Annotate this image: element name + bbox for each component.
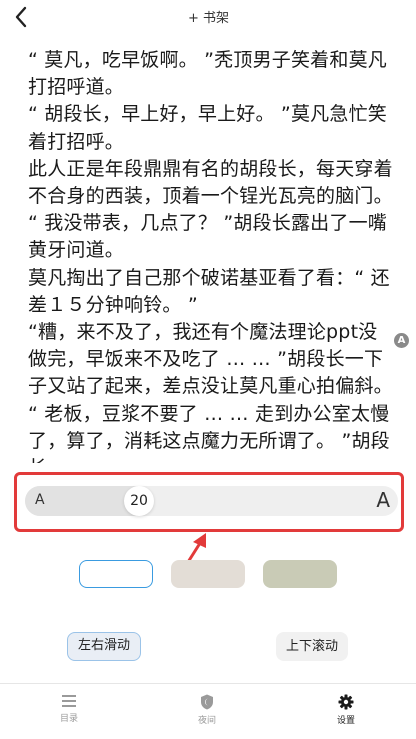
vertical-scroll-button[interactable]: 上下滚动 [276, 632, 348, 661]
nav-item-settings[interactable]: 设置 [316, 694, 376, 726]
font-size-highlight-box: A A 20 [14, 472, 404, 532]
paragraph: “糟，来不及了，我还有个魔法理论ppt没做完，早饭来不及吃了 … … ”胡段长一… [28, 321, 393, 398]
font-size-slider[interactable]: A A 20 [25, 486, 398, 516]
theme-beige-swatch[interactable] [171, 560, 245, 588]
paragraph: 莫凡掏出了自己那个破诺基亚看了看：“ 还差１５分钟响铃。 ” [28, 266, 390, 316]
gear-icon [338, 694, 354, 710]
paragraph: 此人正是年段鼎鼎有名的胡段长，每天穿着不合身的西装，顶着一个锃光瓦亮的脑门。 [28, 157, 393, 208]
chevron-left-icon [15, 6, 27, 28]
font-size-slider-knob[interactable]: 20 [124, 486, 154, 516]
list-icon [62, 695, 76, 707]
paragraph: “ 我没带表，几点了？ ”胡段长露出了一嘴黄牙问道。 [28, 212, 387, 262]
add-to-shelf-button[interactable]: + 书架 [188, 7, 229, 26]
theme-green-swatch[interactable] [263, 560, 337, 588]
nav-label-toc: 目录 [59, 714, 78, 724]
nav-item-night[interactable]: 夜间 [177, 694, 237, 726]
paragraph: “ 胡段长，早上好，早上好。 ”莫凡急忙笑着打招呼。 [28, 103, 387, 153]
back-button[interactable] [10, 3, 34, 31]
reader-content: “ 莫凡，吃早饭啊。 ”秃顶男子笑着和莫凡打招呼道。 “ 胡段长，早上好，早上好… [28, 47, 396, 463]
nav-item-toc[interactable]: 目录 [39, 694, 99, 724]
nav-label-settings: 设置 [336, 716, 355, 726]
paragraph: “ 莫凡，吃早饭啊。 ”秃顶男子笑着和莫凡打招呼道。 [28, 49, 387, 99]
top-bar: + 书架 [0, 0, 416, 34]
bottom-nav: 目录 夜间 设置 [0, 683, 416, 739]
paragraph: “ 老板，豆浆不要了 … … 走到办公室太慢了，算了，消耗这点魔力无所谓了。 ”… [28, 402, 390, 463]
horizontal-scroll-button[interactable]: 左右滑动 [67, 632, 141, 661]
font-size-large-label: A [376, 488, 390, 512]
theme-white-swatch[interactable] [79, 560, 153, 588]
nav-label-night: 夜间 [197, 716, 216, 726]
text-mode-badge[interactable]: A [394, 333, 409, 348]
moon-icon [201, 694, 213, 710]
font-size-small-label: A [35, 492, 45, 508]
